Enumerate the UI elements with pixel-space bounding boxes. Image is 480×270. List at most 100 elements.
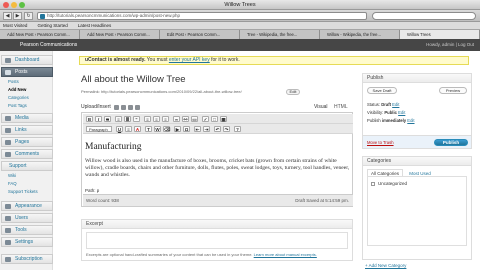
edit-permalink-button[interactable]: Edit bbox=[286, 89, 300, 95]
clear-formatting-icon[interactable]: ⌫ bbox=[163, 126, 170, 132]
url-bar[interactable]: http://tutorials.pearsoncmmunications.co… bbox=[37, 12, 367, 20]
underline-icon[interactable]: U bbox=[116, 126, 123, 132]
submenu-add-new[interactable]: Add New bbox=[8, 87, 26, 92]
editor-toolbar-row-2: Paragraph U ≡ A T W ⌫ ▶ Ω ⇤ ⇥ ↶ ↷ ? bbox=[83, 124, 353, 134]
browser-tab[interactable]: Edit Post ‹ Pearson Comm... bbox=[160, 30, 240, 39]
api-key-link[interactable]: enter your API key bbox=[169, 57, 210, 63]
categories-box: Categories All Categories Most Used Unca… bbox=[362, 156, 472, 260]
post-editor[interactable]: B I S ≡ ≣ “ ≡ ≡ ≡ ∞ ⚯ ▭ ✓ □ ▦ Paragraph … bbox=[81, 112, 353, 207]
reload-icon[interactable]: ↻ bbox=[24, 12, 33, 20]
search-input[interactable] bbox=[372, 12, 476, 20]
bookmark-item[interactable]: Most Visited bbox=[3, 23, 27, 28]
browser-tab[interactable]: Add New Post ‹ Pearson Comm... bbox=[80, 30, 160, 39]
spellcheck-icon[interactable]: ✓ bbox=[202, 116, 209, 122]
bullet-list-icon[interactable]: ≡ bbox=[115, 116, 122, 122]
italic-icon[interactable]: I bbox=[95, 116, 102, 122]
menu-links[interactable]: Links bbox=[1, 125, 53, 135]
outdent-icon[interactable]: ⇤ bbox=[194, 126, 201, 132]
post-title-input[interactable]: All about the Willow Tree bbox=[81, 73, 361, 87]
publish-actions: Move to Trash Publish bbox=[363, 135, 471, 148]
help-icon[interactable]: ? bbox=[234, 126, 241, 132]
howdy-text[interactable]: Howdy, admin | Log Out bbox=[426, 42, 474, 47]
paste-word-icon[interactable]: W bbox=[154, 126, 161, 132]
category-item[interactable]: Uncategorized bbox=[371, 181, 407, 186]
edit-visibility-link[interactable]: Edit bbox=[398, 110, 405, 115]
window-title: Willow Trees bbox=[224, 2, 256, 8]
publish-button[interactable]: Publish bbox=[434, 139, 468, 146]
appearance-icon bbox=[5, 204, 11, 209]
save-draft-button[interactable]: Save Draft bbox=[367, 87, 397, 94]
justify-icon[interactable]: ≡ bbox=[125, 126, 132, 132]
publish-heading[interactable]: Publish bbox=[363, 74, 471, 83]
menu-users[interactable]: Users bbox=[1, 213, 53, 223]
site-favicon-icon bbox=[40, 14, 45, 19]
site-name-link[interactable]: Pearson Communications bbox=[20, 42, 77, 48]
undo-icon[interactable]: ↶ bbox=[214, 126, 221, 132]
align-right-icon[interactable]: ≡ bbox=[162, 116, 169, 122]
unlink-icon[interactable]: ⚯ bbox=[182, 116, 189, 122]
add-audio-icon[interactable] bbox=[128, 105, 133, 110]
category-checkbox[interactable] bbox=[371, 181, 375, 186]
align-center-icon[interactable]: ≡ bbox=[153, 116, 160, 122]
editor-content[interactable]: Manufacturing Willow wood is also used i… bbox=[85, 135, 351, 195]
browser-tab[interactable]: Tree - Wikipedia, the free... bbox=[240, 30, 320, 39]
submenu-categories[interactable]: Categories bbox=[8, 95, 29, 100]
link-icon[interactable]: ∞ bbox=[173, 116, 180, 122]
menu-tools[interactable]: Tools bbox=[1, 225, 53, 235]
submenu-support-tickets[interactable]: Support Tickets bbox=[8, 189, 38, 194]
paste-text-icon[interactable]: T bbox=[145, 126, 152, 132]
edit-schedule-link[interactable]: Edit bbox=[407, 118, 414, 123]
tab-visual[interactable]: Visual bbox=[314, 104, 328, 110]
blockquote-icon[interactable]: “ bbox=[133, 116, 140, 122]
tab-html[interactable]: HTML bbox=[334, 104, 348, 110]
excerpt-heading[interactable]: Excerpt bbox=[82, 220, 352, 229]
menu-dashboard[interactable]: Dashboard bbox=[1, 55, 53, 65]
menu-support[interactable]: Support bbox=[1, 161, 53, 171]
text-color-icon[interactable]: A bbox=[134, 126, 141, 132]
move-to-trash-link[interactable]: Move to Trash bbox=[367, 140, 394, 145]
strikethrough-icon[interactable]: S bbox=[104, 116, 111, 122]
embed-media-icon[interactable]: ▶ bbox=[174, 126, 181, 132]
format-select[interactable]: Paragraph bbox=[86, 126, 112, 132]
menu-settings[interactable]: Settings bbox=[1, 237, 53, 247]
numbered-list-icon[interactable]: ≣ bbox=[124, 116, 131, 122]
align-left-icon[interactable]: ≡ bbox=[144, 116, 151, 122]
menu-media[interactable]: Media bbox=[1, 113, 53, 123]
submenu-posts[interactable]: Posts bbox=[8, 79, 19, 84]
add-video-icon[interactable] bbox=[121, 105, 126, 110]
indent-icon[interactable]: ⇥ bbox=[203, 126, 210, 132]
permalink-text: Permalink: http://tutorials.pearsoncmmun… bbox=[81, 89, 242, 94]
kitchen-sink-icon[interactable]: ▦ bbox=[220, 116, 227, 122]
add-new-category-link[interactable]: + Add New Category bbox=[365, 263, 406, 268]
submenu-faq[interactable]: FAQ bbox=[8, 181, 17, 186]
bookmark-item[interactable]: Latest Headlines bbox=[78, 23, 112, 28]
browser-tab[interactable]: Add New Post ‹ Pearson Comm... bbox=[0, 30, 80, 39]
back-icon[interactable]: ◀ bbox=[3, 12, 12, 20]
menu-pages[interactable]: Pages bbox=[1, 137, 53, 147]
api-key-notice: uContact is almost ready. You must enter… bbox=[79, 56, 469, 65]
fullscreen-icon[interactable]: □ bbox=[211, 116, 218, 122]
excerpt-textarea[interactable] bbox=[86, 232, 348, 249]
submenu-wiki[interactable]: Wiki bbox=[8, 173, 16, 178]
menu-posts[interactable]: Posts bbox=[1, 67, 53, 77]
excerpt-learn-more-link[interactable]: Learn more about manual excerpts. bbox=[254, 252, 317, 257]
excerpt-note: Excerpts are optional hand-crafted summa… bbox=[86, 252, 317, 257]
menu-appearance[interactable]: Appearance bbox=[1, 201, 53, 211]
more-tag-icon[interactable]: ▭ bbox=[191, 116, 198, 122]
add-image-icon[interactable] bbox=[114, 105, 119, 110]
tools-icon bbox=[5, 228, 11, 233]
redo-icon[interactable]: ↷ bbox=[223, 126, 230, 132]
add-media-icon[interactable] bbox=[135, 105, 140, 110]
bookmark-item[interactable]: Getting Started bbox=[37, 23, 67, 28]
submenu-post-tags[interactable]: Post Tags bbox=[8, 103, 27, 108]
browser-tab[interactable]: Willow - Wikipedia, the free... bbox=[320, 30, 400, 39]
menu-comments[interactable]: Comments bbox=[1, 149, 53, 159]
categories-heading[interactable]: Categories bbox=[363, 157, 471, 166]
menu-subscription[interactable]: Subscription bbox=[1, 254, 53, 264]
edit-status-link[interactable]: Edit bbox=[392, 102, 399, 107]
browser-tab-active[interactable]: Willow Trees bbox=[400, 30, 480, 39]
preview-button[interactable]: Preview bbox=[439, 87, 467, 94]
special-char-icon[interactable]: Ω bbox=[183, 126, 190, 132]
forward-icon[interactable]: ▶ bbox=[13, 12, 22, 20]
bold-icon[interactable]: B bbox=[86, 116, 93, 122]
